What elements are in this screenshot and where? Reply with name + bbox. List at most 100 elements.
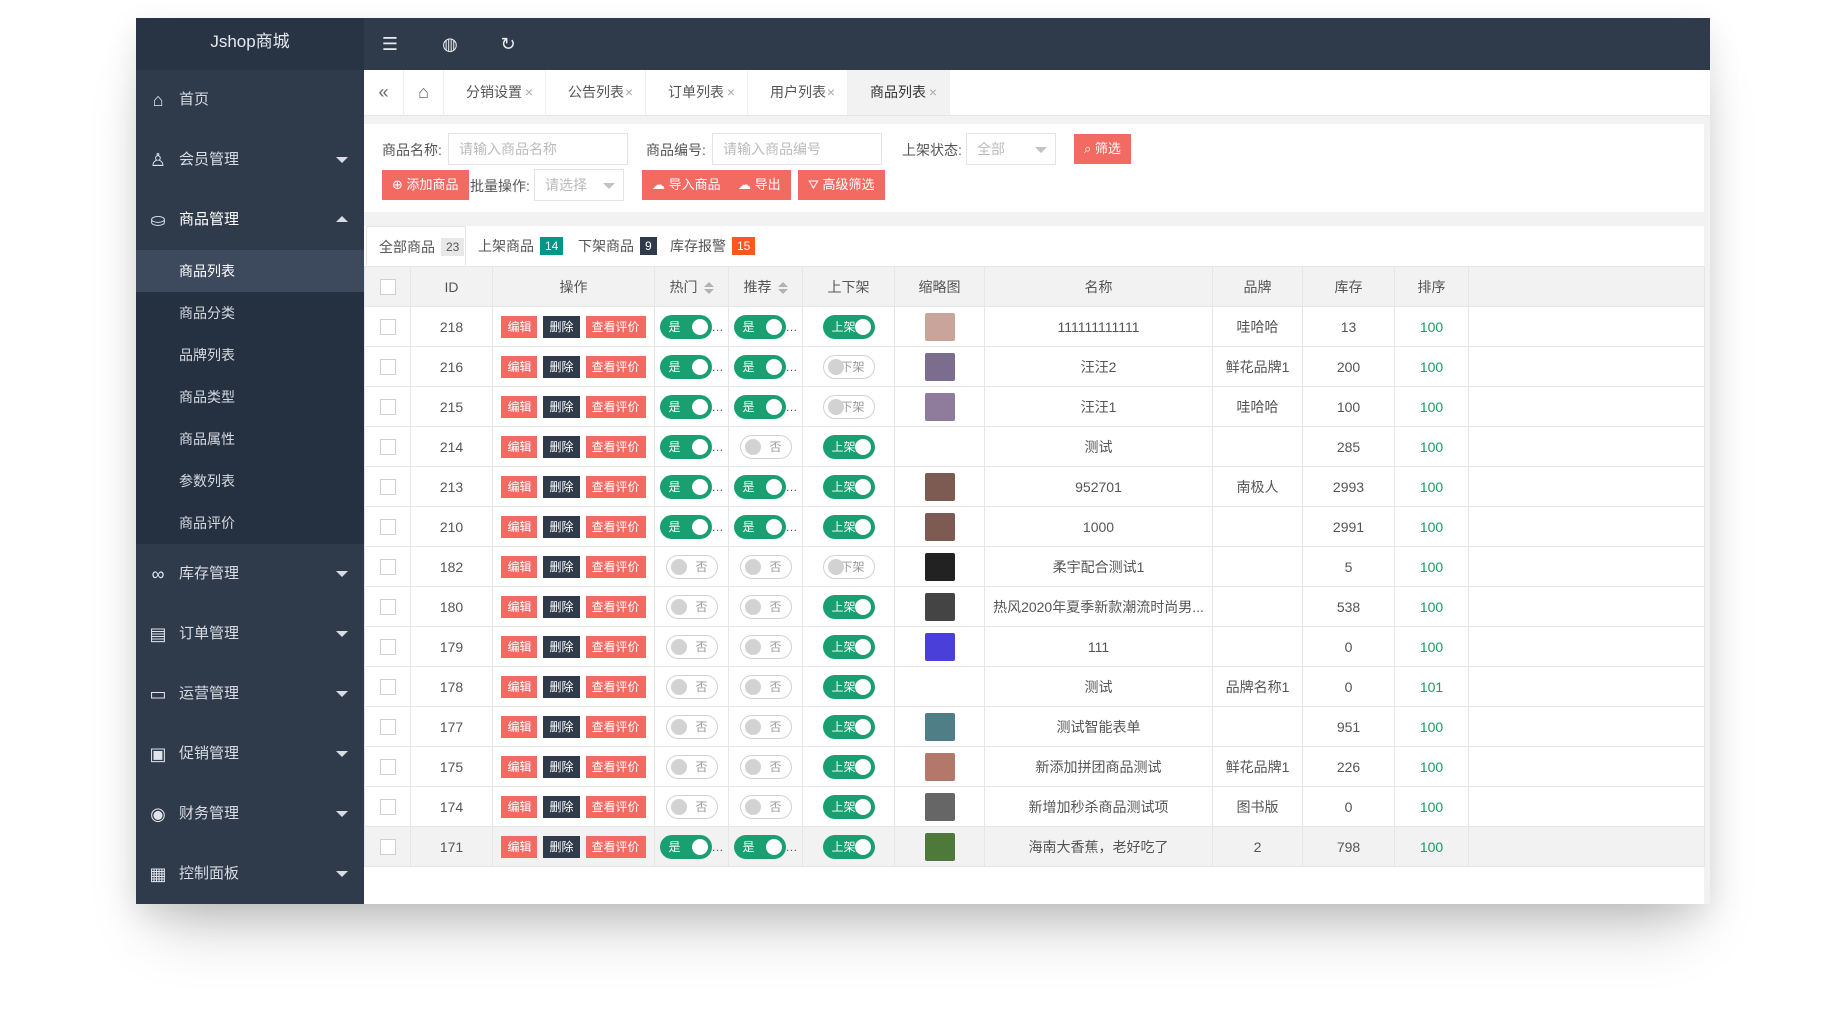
row-checkbox[interactable] — [364, 426, 411, 467]
thumbnail-image[interactable] — [924, 512, 955, 541]
view-reviews-button[interactable]: 查看评价 — [585, 835, 646, 858]
sidebar-item-goods[interactable]: ⛀ 商品管理 — [136, 190, 364, 250]
recommend-toggle[interactable]: 否 — [739, 714, 792, 739]
tab-order-list[interactable]: 订单列表 × — [646, 70, 748, 115]
thumbnail-image[interactable] — [924, 792, 955, 821]
cell-sort[interactable]: 100 — [1394, 506, 1469, 547]
recommend-toggle[interactable]: 否 — [739, 634, 792, 659]
hot-toggle[interactable]: 是 — [659, 394, 712, 419]
shelf-toggle[interactable]: 上架 — [822, 754, 875, 779]
submenu-item-goods-attr[interactable]: 商品属性 — [136, 418, 364, 460]
thumbnail-image[interactable] — [924, 352, 955, 381]
row-checkbox[interactable] — [364, 506, 411, 547]
thumbnail-image[interactable] — [924, 552, 955, 581]
export-button[interactable]: ☁ 导出 — [728, 170, 791, 200]
goods-name-input[interactable]: 请输入商品名称 — [448, 133, 628, 165]
hot-toggle[interactable]: 是 — [659, 434, 712, 459]
delete-button[interactable]: 删除 — [543, 595, 580, 618]
sort-icon[interactable] — [777, 281, 788, 294]
row-checkbox[interactable] — [364, 666, 411, 707]
edit-button[interactable]: 编辑 — [501, 395, 538, 418]
select-all-checkbox[interactable] — [364, 266, 411, 307]
edit-button[interactable]: 编辑 — [501, 435, 538, 458]
recommend-toggle[interactable]: 是 — [733, 314, 786, 339]
status-tab[interactable]: 全部商品 23 — [366, 226, 466, 266]
hot-toggle[interactable]: 否 — [665, 554, 718, 579]
cell-sort[interactable]: 100 — [1394, 306, 1469, 347]
shelf-toggle[interactable]: 下架 — [822, 394, 875, 419]
delete-button[interactable]: 删除 — [543, 835, 580, 858]
cell-sort[interactable]: 100 — [1394, 546, 1469, 587]
recommend-toggle[interactable]: 否 — [739, 554, 792, 579]
edit-button[interactable]: 编辑 — [501, 835, 538, 858]
delete-button[interactable]: 删除 — [543, 435, 580, 458]
row-checkbox[interactable] — [364, 586, 411, 627]
cell-sort[interactable]: 100 — [1394, 466, 1469, 507]
view-reviews-button[interactable]: 查看评价 — [585, 395, 646, 418]
tab-goods-list[interactable]: 商品列表 × — [848, 70, 950, 115]
close-icon[interactable]: × — [827, 70, 835, 115]
sidebar-item-dashboard[interactable]: ▦ 控制面板 — [136, 844, 364, 904]
delete-button[interactable]: 删除 — [543, 395, 580, 418]
status-tab[interactable]: 下架商品 9 — [566, 226, 658, 266]
hot-toggle[interactable]: 否 — [665, 674, 718, 699]
shelf-toggle[interactable]: 上架 — [822, 634, 875, 659]
edit-button[interactable]: 编辑 — [501, 715, 538, 738]
hot-toggle[interactable]: 否 — [665, 714, 718, 739]
sidebar-item-finance[interactable]: ◉ 财务管理 — [136, 784, 364, 844]
menu-fold-icon[interactable]: ☰ — [378, 32, 402, 56]
edit-button[interactable]: 编辑 — [501, 675, 538, 698]
recommend-toggle[interactable]: 否 — [739, 794, 792, 819]
cell-sort[interactable]: 100 — [1394, 346, 1469, 387]
app-logo[interactable]: Jshop商城 — [136, 18, 364, 70]
delete-button[interactable]: 删除 — [543, 355, 580, 378]
thumbnail-image[interactable] — [924, 592, 955, 621]
col-recommend[interactable]: 推荐 — [728, 266, 803, 307]
sort-icon[interactable] — [703, 281, 714, 294]
view-reviews-button[interactable]: 查看评价 — [585, 555, 646, 578]
view-reviews-button[interactable]: 查看评价 — [585, 595, 646, 618]
hot-toggle[interactable]: 否 — [665, 794, 718, 819]
delete-button[interactable]: 删除 — [543, 635, 580, 658]
row-checkbox[interactable] — [364, 306, 411, 347]
import-goods-button[interactable]: ☁ 导入商品 — [642, 170, 731, 200]
shelf-toggle[interactable]: 上架 — [822, 834, 875, 859]
view-reviews-button[interactable]: 查看评价 — [585, 515, 646, 538]
view-reviews-button[interactable]: 查看评价 — [585, 435, 646, 458]
view-reviews-button[interactable]: 查看评价 — [585, 715, 646, 738]
home-tab-icon[interactable]: ⌂ — [404, 70, 444, 115]
recommend-toggle[interactable]: 是 — [733, 514, 786, 539]
filter-button[interactable]: ⌕ 筛选 — [1074, 134, 1131, 164]
edit-button[interactable]: 编辑 — [501, 555, 538, 578]
recommend-toggle[interactable]: 否 — [739, 594, 792, 619]
row-checkbox[interactable] — [364, 346, 411, 387]
sidebar-item-promotions[interactable]: ▣ 促销管理 — [136, 724, 364, 784]
cell-sort[interactable]: 100 — [1394, 706, 1469, 747]
hot-toggle[interactable]: 是 — [659, 474, 712, 499]
thumbnail-image[interactable] — [924, 392, 955, 421]
thumbnail-image[interactable] — [924, 632, 955, 661]
delete-button[interactable]: 删除 — [543, 475, 580, 498]
shelf-toggle[interactable]: 上架 — [822, 314, 875, 339]
delete-button[interactable]: 删除 — [543, 555, 580, 578]
hot-toggle[interactable]: 否 — [665, 594, 718, 619]
edit-button[interactable]: 编辑 — [501, 795, 538, 818]
tabs-scroll-left-icon[interactable]: « — [364, 70, 404, 115]
hot-toggle[interactable]: 否 — [665, 634, 718, 659]
submenu-item-goods-review[interactable]: 商品评价 — [136, 502, 364, 544]
shelf-toggle[interactable]: 上架 — [822, 514, 875, 539]
cell-sort[interactable]: 100 — [1394, 786, 1469, 827]
shelf-toggle[interactable]: 下架 — [822, 554, 875, 579]
refresh-icon[interactable]: ↻ — [496, 32, 520, 56]
close-icon[interactable]: × — [929, 70, 937, 115]
submenu-item-param-list[interactable]: 参数列表 — [136, 460, 364, 502]
view-reviews-button[interactable]: 查看评价 — [585, 355, 646, 378]
shelf-toggle[interactable]: 上架 — [822, 674, 875, 699]
row-checkbox[interactable] — [364, 706, 411, 747]
view-reviews-button[interactable]: 查看评价 — [585, 315, 646, 338]
add-goods-button[interactable]: ⊕ 添加商品 — [382, 170, 469, 200]
delete-button[interactable]: 删除 — [543, 315, 580, 338]
row-checkbox[interactable] — [364, 786, 411, 827]
goods-code-input[interactable]: 请输入商品编号 — [712, 133, 882, 165]
hot-toggle[interactable]: 否 — [665, 754, 718, 779]
